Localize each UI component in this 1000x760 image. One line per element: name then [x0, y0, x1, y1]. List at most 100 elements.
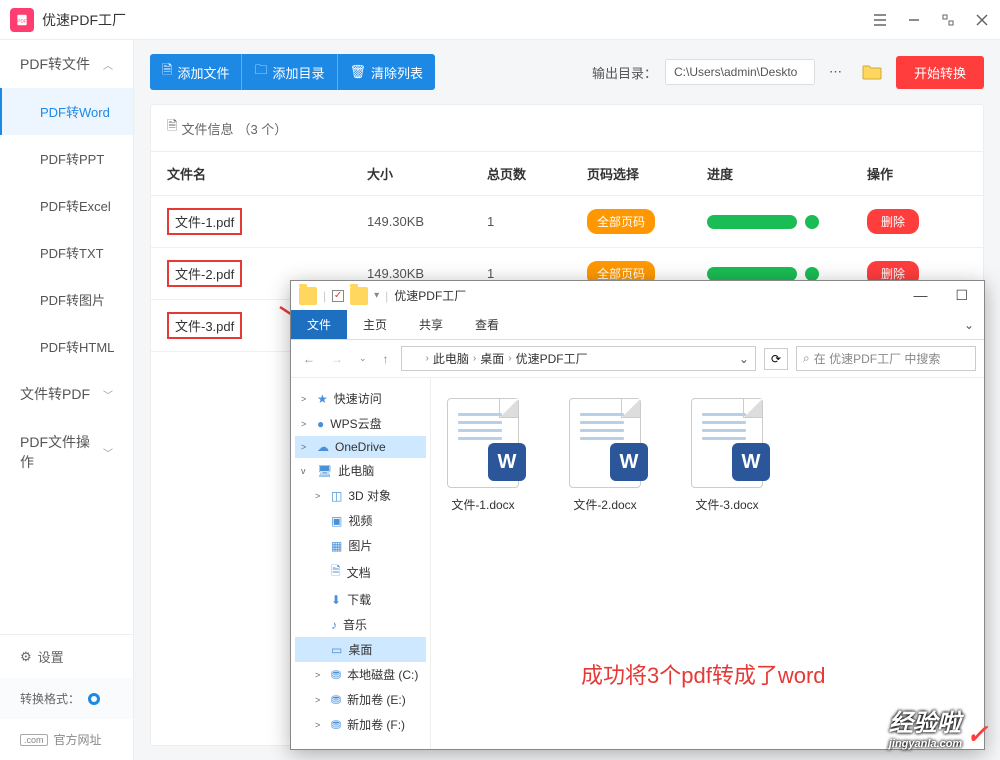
- minimize-icon[interactable]: [906, 12, 922, 28]
- tree-item[interactable]: >⛃新加卷 (F:): [295, 712, 426, 737]
- file-item[interactable]: W 文件-1.docx: [447, 398, 519, 513]
- file-icon: 🗎: [167, 117, 177, 139]
- breadcrumb[interactable]: › 此电脑 › 桌面 › 优速PDF工厂 ⌄: [401, 346, 756, 371]
- col-action: 操作: [867, 164, 967, 183]
- gear-icon: ⚙: [20, 649, 32, 665]
- output-label: 输出目录：: [592, 63, 657, 82]
- breadcrumb-item[interactable]: 优速PDF工厂: [516, 350, 588, 367]
- tree-item[interactable]: ▦图片: [295, 533, 426, 558]
- tree-item[interactable]: >⛃本地磁盘 (C:): [295, 662, 426, 687]
- sidebar-item-pdf-to-txt[interactable]: PDF转TXT: [0, 229, 133, 276]
- col-pages: 总页数: [487, 164, 587, 183]
- check-icon: [805, 215, 819, 229]
- tree-item[interactable]: ⬇下载: [295, 587, 426, 612]
- official-link[interactable]: .com 官方网址: [0, 719, 133, 760]
- tree-item[interactable]: >☁OneDrive: [295, 436, 426, 458]
- btn-label: 清除列表: [371, 63, 423, 82]
- pages-cell: 1: [487, 266, 587, 281]
- menu-icon[interactable]: [872, 12, 888, 28]
- sidebar: PDF转文件 ︿ PDF转Word PDF转PPT PDF转Excel PDF转…: [0, 40, 134, 760]
- svg-text:PDF: PDF: [17, 18, 26, 23]
- folder-icon: [350, 287, 368, 305]
- nav-recent-icon[interactable]: ⌄: [355, 351, 371, 366]
- size-cell: 149.30KB: [367, 214, 487, 229]
- search-input[interactable]: ⌕ 在 优速PDF工厂 中搜索: [796, 346, 976, 371]
- checkbox-icon[interactable]: ✓: [332, 290, 344, 302]
- toolbar: 🗎 添加文件 🗀 添加目录 🗑 清除列表 输出目录： ⋯: [150, 54, 984, 90]
- explorer-titlebar: | ✓ ▾ | 优速PDF工厂 — ☐: [291, 281, 984, 310]
- pages-cell: 1: [487, 214, 587, 229]
- file-name: 文件-2.docx: [573, 496, 636, 513]
- tree-item[interactable]: >●WPS云盘: [295, 411, 426, 436]
- maximize-icon[interactable]: ☐: [947, 285, 976, 306]
- titlebar: PDF 优速PDF工厂: [0, 0, 1000, 40]
- app-logo: PDF: [10, 8, 34, 32]
- ribbon-expand-icon[interactable]: ⌄: [954, 314, 984, 336]
- open-folder-button[interactable]: [856, 60, 888, 84]
- explorer-title: 优速PDF工厂: [394, 287, 466, 304]
- nav-back-icon[interactable]: ←: [299, 350, 319, 368]
- file-item[interactable]: W 文件-3.docx: [691, 398, 763, 513]
- docx-icon: W: [447, 398, 519, 488]
- breadcrumb-dropdown-icon[interactable]: ⌄: [739, 352, 749, 366]
- start-convert-button[interactable]: 开始转换: [896, 56, 984, 89]
- col-progress: 进度: [707, 164, 867, 183]
- tree-item[interactable]: >★快速访问: [295, 386, 426, 411]
- file-name: 文件-3.docx: [695, 496, 758, 513]
- vert-divider: |: [323, 289, 326, 303]
- delete-button[interactable]: 删除: [867, 209, 919, 234]
- breadcrumb-item[interactable]: 此电脑: [433, 350, 469, 367]
- btn-label: 添加目录: [272, 63, 324, 82]
- breadcrumb-item[interactable]: 桌面: [480, 350, 504, 367]
- explorer-files: W 文件-1.docx W文件-2.docx W 文件-3.docx 成功将3个pdf转…: [431, 378, 984, 749]
- minimize-icon[interactable]: —: [905, 285, 935, 306]
- settings-button[interactable]: ⚙ 设置: [0, 635, 133, 678]
- tree-item[interactable]: v🖥此电脑: [295, 458, 426, 483]
- docx-icon: W: [691, 398, 763, 488]
- maximize-icon[interactable]: [940, 12, 956, 28]
- page-range-button[interactable]: 全部页码: [587, 209, 655, 234]
- sidebar-group-pdf-ops[interactable]: PDF文件操作 ﹀: [0, 418, 133, 486]
- group-label: PDF转文件: [20, 54, 90, 74]
- ribbon-view-tab[interactable]: 查看: [459, 310, 515, 339]
- watermark: 经验啦 jingyanla.com ✓: [889, 703, 988, 750]
- format-selector[interactable]: 转换格式：: [0, 678, 133, 719]
- file-name-cell: 文件-1.pdf: [167, 208, 242, 235]
- file-name-cell: 文件-3.pdf: [167, 312, 242, 339]
- file-item[interactable]: W文件-2.docx: [569, 398, 641, 513]
- sidebar-item-pdf-to-excel[interactable]: PDF转Excel: [0, 182, 133, 229]
- trash-icon: 🗑: [350, 64, 367, 80]
- sidebar-group-file-to-pdf[interactable]: 文件转PDF ﹀: [0, 370, 133, 418]
- close-icon[interactable]: [974, 12, 990, 28]
- col-name: 文件名: [167, 164, 367, 183]
- sidebar-item-pdf-to-word[interactable]: PDF转Word: [0, 88, 133, 135]
- progress-cell: [707, 267, 867, 281]
- annotation-text: 成功将3个pdf转成了word: [581, 658, 826, 690]
- sidebar-item-pdf-to-image[interactable]: PDF转图片: [0, 276, 133, 323]
- refresh-icon[interactable]: ⟳: [764, 348, 788, 370]
- ribbon-share-tab[interactable]: 共享: [403, 310, 459, 339]
- clear-list-button[interactable]: 🗑 清除列表: [337, 54, 436, 90]
- tree-item[interactable]: 🗎文档: [295, 558, 426, 587]
- nav-up-icon[interactable]: ↑: [379, 350, 393, 368]
- tree-item[interactable]: ▭桌面: [295, 637, 426, 662]
- col-size: 大小: [367, 164, 487, 183]
- tree-item[interactable]: >◫3D 对象: [295, 483, 426, 508]
- ribbon-file-tab[interactable]: 文件: [291, 310, 347, 339]
- ribbon-home-tab[interactable]: 主页: [347, 310, 403, 339]
- sidebar-item-pdf-to-html[interactable]: PDF转HTML: [0, 323, 133, 370]
- app-title: 优速PDF工厂: [42, 10, 126, 30]
- file-name: 文件-1.docx: [451, 496, 514, 513]
- tree-item[interactable]: >⛃新加卷 (E:): [295, 687, 426, 712]
- output-path-input[interactable]: [665, 59, 815, 85]
- tree-item[interactable]: ♪音乐: [295, 612, 426, 637]
- table-header: 文件名 大小 总页数 页码选择 进度 操作: [151, 151, 983, 196]
- file-plus-icon: 🗎: [162, 61, 172, 83]
- tree-item[interactable]: ▣视频: [295, 508, 426, 533]
- sidebar-group-pdf-to-file[interactable]: PDF转文件 ︿: [0, 40, 133, 88]
- nav-forward-icon[interactable]: →: [327, 350, 347, 368]
- add-file-button[interactable]: 🗎 添加文件: [150, 54, 241, 90]
- sidebar-item-pdf-to-ppt[interactable]: PDF转PPT: [0, 135, 133, 182]
- add-folder-button[interactable]: 🗀 添加目录: [241, 54, 336, 90]
- browse-button[interactable]: ⋯: [823, 60, 848, 84]
